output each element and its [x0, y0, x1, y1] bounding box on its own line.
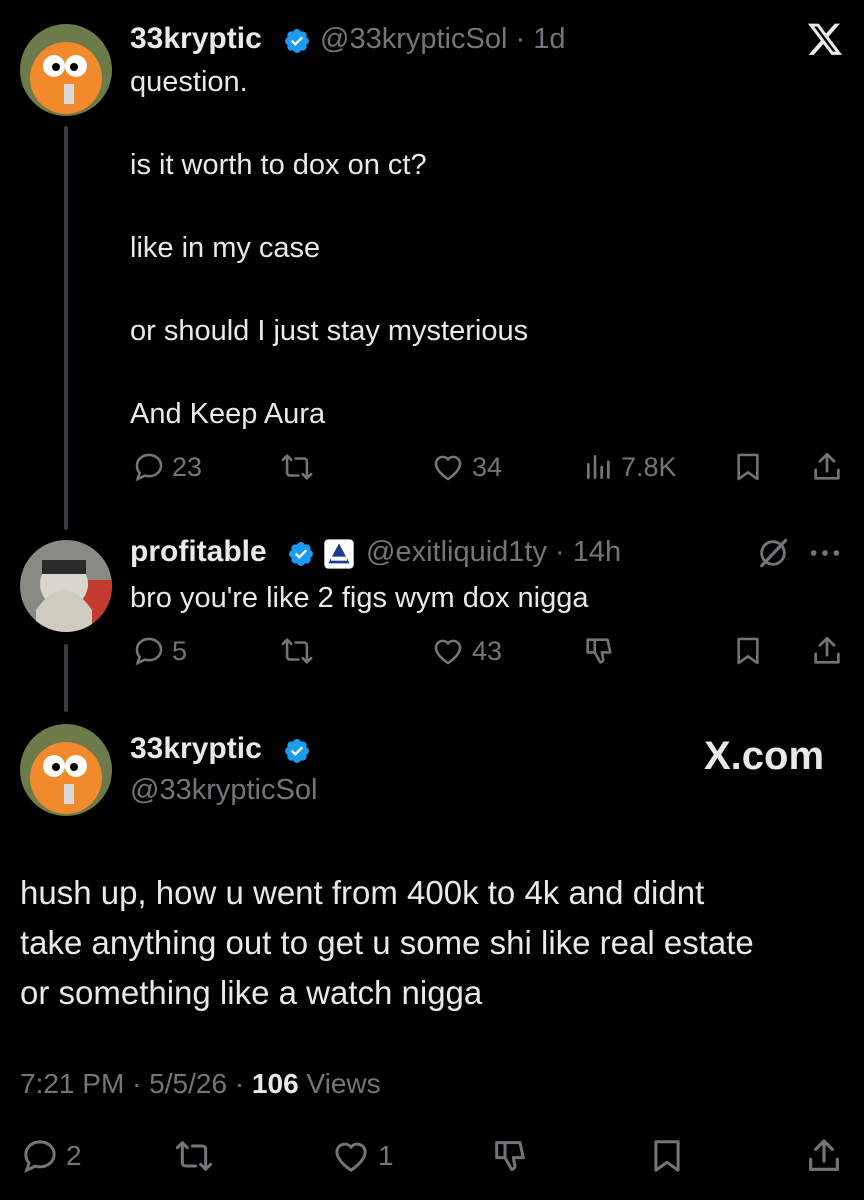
author-name[interactable]: 33kryptic	[130, 732, 262, 766]
share-button[interactable]	[804, 1136, 844, 1176]
author-handle[interactable]: @33krypticSol	[130, 774, 317, 807]
retweet-icon	[281, 638, 313, 664]
tweet-text-line: And Keep Aura	[130, 398, 326, 430]
separator: ·	[515, 23, 526, 55]
thumbs-down-icon	[586, 638, 612, 664]
heart-icon	[434, 455, 462, 481]
bookmark-button[interactable]	[732, 634, 764, 668]
tweet-text: bro you're like 2 figs wym dox nigga	[130, 582, 589, 614]
retweet-icon	[281, 454, 313, 480]
separator: ·	[132, 1068, 142, 1099]
reply-button[interactable]: 5	[132, 634, 187, 668]
heart-icon	[434, 639, 462, 665]
grok-icon	[760, 538, 788, 568]
views-button[interactable]: 7.8K	[583, 450, 677, 484]
grok-button[interactable]	[756, 536, 790, 570]
author-name[interactable]: 33kryptic	[130, 22, 262, 56]
like-button[interactable]: 1	[330, 1136, 394, 1176]
tweet-timestamp: 7:21 PM · 5/5/26 · 106 Views	[20, 1068, 381, 1100]
share-icon	[814, 636, 840, 664]
tweet-meta: @33krypticSol · 1d	[320, 23, 565, 56]
more-options-button[interactable]	[808, 540, 842, 566]
avatar[interactable]	[20, 724, 112, 816]
verified-badge-icon	[285, 739, 309, 763]
author-handle[interactable]: @exitliquid1ty	[366, 536, 547, 568]
reply-count: 5	[172, 635, 188, 666]
like-count: 34	[472, 451, 503, 482]
avatar[interactable]	[20, 540, 112, 632]
reply-count: 23	[172, 451, 203, 482]
tweet-meta: @exitliquid1ty · 14h	[366, 536, 621, 569]
dislike-button[interactable]	[582, 634, 616, 668]
like-button[interactable]: 43	[430, 634, 502, 668]
separator: ·	[555, 536, 565, 568]
retweet-button[interactable]	[172, 1136, 216, 1176]
thread-line	[64, 644, 68, 712]
brand-watermark: X.com	[704, 734, 825, 778]
tweet-text-line: like in my case	[130, 232, 321, 264]
views-count: 106	[251, 1068, 299, 1099]
author-name[interactable]: profitable	[130, 535, 267, 569]
tweet-age[interactable]: 14h	[573, 536, 621, 568]
bookmark-icon	[654, 1140, 680, 1172]
tweet-text-line: take anything out to get u some shi like…	[20, 924, 754, 961]
dislike-button[interactable]	[490, 1136, 530, 1176]
share-icon	[809, 1139, 839, 1171]
views-chart-icon	[587, 455, 610, 479]
tweet-text-line: question.	[130, 66, 248, 98]
like-button[interactable]: 34	[430, 450, 502, 484]
avatar[interactable]	[20, 24, 112, 116]
tweet-time[interactable]: 7:21 PM	[20, 1068, 124, 1099]
verified-badge-icon	[289, 542, 313, 566]
reply-button[interactable]: 2	[20, 1136, 82, 1176]
share-icon	[814, 452, 840, 480]
thread-line	[64, 126, 68, 530]
x-logo-icon[interactable]	[806, 20, 844, 58]
tweet-text-line: or something like a watch nigga	[20, 974, 483, 1011]
more-dots-icon	[810, 550, 840, 556]
tweet-text-line: or should I just stay mysterious	[130, 315, 529, 347]
thumbs-down-icon	[495, 1141, 525, 1171]
heart-icon	[335, 1142, 367, 1172]
bookmark-icon	[737, 453, 759, 481]
bookmark-icon	[737, 637, 759, 665]
reply-count: 2	[66, 1140, 82, 1171]
retweet-icon	[175, 1141, 213, 1171]
share-button[interactable]	[810, 450, 844, 484]
bookmark-button[interactable]	[732, 450, 764, 484]
tweet-text-line: hush up, how u went from 400k to 4k and …	[20, 874, 705, 911]
tweet-date[interactable]: 5/5/26	[149, 1068, 227, 1099]
verified-badge-icon	[285, 29, 309, 53]
reply-button[interactable]: 23	[132, 450, 202, 484]
share-button[interactable]	[810, 634, 844, 668]
views-label: Views	[306, 1068, 381, 1099]
retweet-button[interactable]	[278, 450, 316, 484]
like-count: 43	[472, 635, 503, 666]
like-count: 1	[378, 1140, 394, 1171]
reply-icon	[135, 637, 163, 666]
reply-icon	[135, 453, 163, 482]
tweet-text: hush up, how u went from 400k to 4k and …	[20, 868, 754, 1018]
views-count: 7.8K	[621, 451, 677, 482]
author-handle[interactable]: @33krypticSol	[320, 23, 507, 55]
separator: ·	[234, 1068, 245, 1099]
affiliate-badge-icon	[324, 539, 354, 569]
bookmark-button[interactable]	[648, 1136, 686, 1176]
retweet-button[interactable]	[278, 634, 316, 668]
tweet-age[interactable]: 1d	[533, 23, 565, 55]
reply-icon	[24, 1140, 56, 1173]
tweet-text-line: is it worth to dox on ct?	[130, 149, 427, 181]
